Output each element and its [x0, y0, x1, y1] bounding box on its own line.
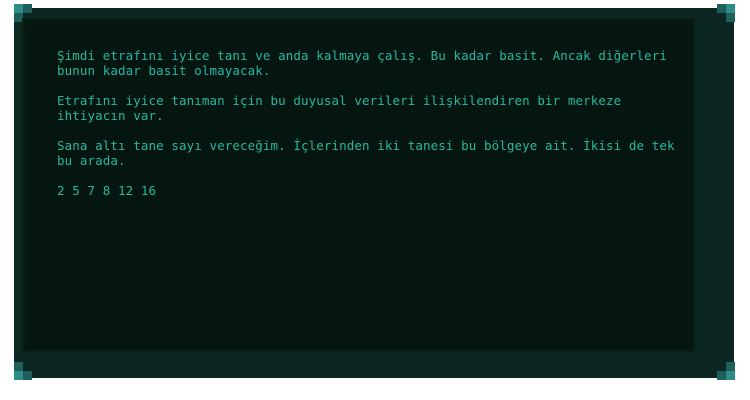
- corner-decoration-top-right: [717, 4, 735, 22]
- dialog-paragraph-3: Sana altı tane sayı vereceğim. İçlerinde…: [57, 138, 683, 168]
- corner-decoration-bottom-left: [14, 362, 32, 380]
- number-sequence: 2 5 7 8 12 16: [57, 183, 157, 198]
- dialog-paragraph-1: Şimdi etrafını iyice tanı ve anda kalmay…: [57, 48, 675, 78]
- corner-decoration-bottom-right: [717, 362, 735, 380]
- dialog-text: Şimdi etrafını iyice tanı ve anda kalmay…: [57, 48, 687, 198]
- dialog-paragraph-2: Etrafını iyice tanıman için bu duyusal v…: [57, 93, 629, 123]
